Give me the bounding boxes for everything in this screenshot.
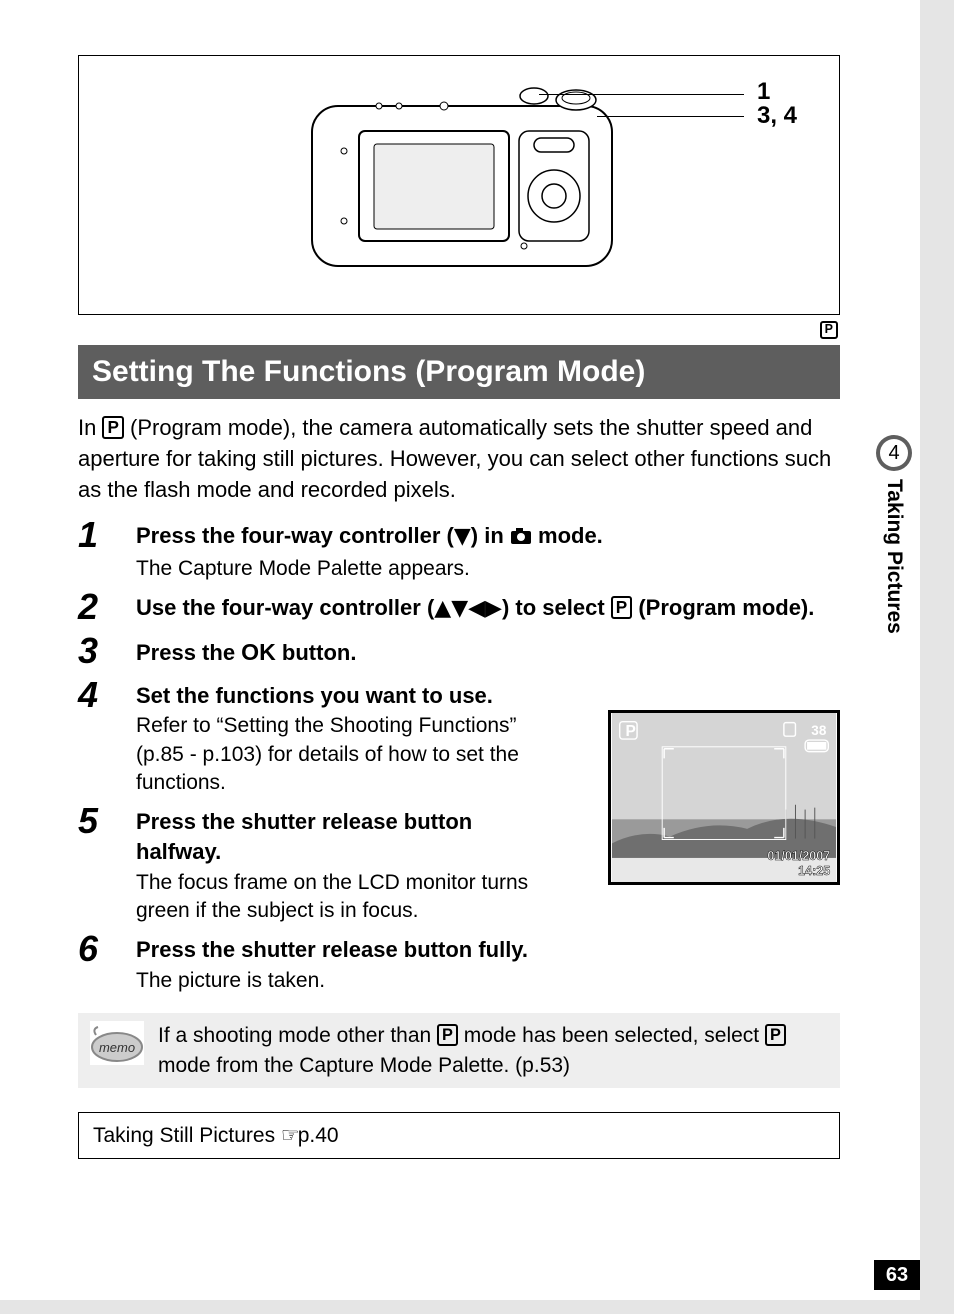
page-number: 63 <box>874 1260 920 1290</box>
ok-button-label: OK <box>241 639 276 665</box>
step-4-title: Set the functions you want to use. <box>136 681 556 711</box>
step-6: 6 Press the shutter release button fully… <box>78 929 840 995</box>
four-way-arrows-icon: ▲▼◀▶ <box>434 596 502 621</box>
chapter-label: Taking Pictures <box>882 479 906 634</box>
callout-line-1 <box>539 94 744 95</box>
step-1: 1 Press the four-way controller (▼) in m… <box>78 515 840 583</box>
memo-text: If a shooting mode other than P mode has… <box>158 1021 828 1080</box>
program-mode-badge-memo1: P <box>437 1024 458 1046</box>
reference-text: Taking Still Pictures <box>93 1124 281 1147</box>
memo-box: memo If a shooting mode other than P mod… <box>78 1013 840 1088</box>
step-4-body: Set the functions you want to use. Refer… <box>136 675 556 798</box>
svg-text:P: P <box>625 723 635 740</box>
step-3-number: 3 <box>78 631 136 671</box>
pointer-icon: ☞ <box>281 1124 298 1147</box>
page: 1 3, 4 P Setting The Functions (Program … <box>0 0 920 1300</box>
step-1-title: Press the four-way controller (▼) in mod… <box>136 521 840 553</box>
program-mode-badge-memo2: P <box>765 1024 786 1046</box>
program-mode-badge-inline: P <box>102 416 123 439</box>
down-arrow-icon: ▼ <box>454 524 471 549</box>
step-1-number: 1 <box>78 515 136 555</box>
step-5-number: 5 <box>78 801 136 841</box>
step-2-title: Use the four-way controller (▲▼◀▶) to se… <box>136 593 840 624</box>
step-6-desc: The picture is taken. <box>136 967 840 995</box>
step-3-body: Press the OK button. <box>136 631 840 668</box>
svg-text:38: 38 <box>811 723 827 738</box>
memo-icon: memo <box>90 1021 144 1065</box>
intro-text-b: (Program mode), the camera automatically… <box>78 415 831 502</box>
step-2: 2 Use the four-way controller (▲▼◀▶) to … <box>78 587 840 627</box>
step-6-number: 6 <box>78 929 136 969</box>
step-5-body: Press the shutter release button halfway… <box>136 801 556 925</box>
step-6-title: Press the shutter release button fully. <box>136 935 840 965</box>
step-2-number: 2 <box>78 587 136 627</box>
callout-line-2 <box>597 116 744 117</box>
step-4-number: 4 <box>78 675 136 715</box>
step-3-title: Press the OK button. <box>136 637 840 668</box>
reference-box: Taking Still Pictures ☞p.40 <box>78 1112 840 1159</box>
svg-text:01/01/2007: 01/01/2007 <box>767 849 830 863</box>
callout-2: 3, 4 <box>757 102 797 130</box>
camera-diagram-box: 1 3, 4 <box>78 55 840 315</box>
step-1-body: Press the four-way controller (▼) in mod… <box>136 515 840 583</box>
reference-page: p.40 <box>298 1124 339 1147</box>
step-2-body: Use the four-way controller (▲▼◀▶) to se… <box>136 587 840 624</box>
chapter-number-badge: 4 <box>876 435 912 471</box>
step-3: 3 Press the OK button. <box>78 631 840 671</box>
chapter-tab: 4 Taking Pictures <box>874 435 914 634</box>
svg-text:14:25: 14:25 <box>798 864 830 878</box>
step-5-desc: The focus frame on the LCD monitor turns… <box>136 869 556 926</box>
program-mode-badge-top: P <box>820 321 838 339</box>
step-4-desc: Refer to “Setting the Shooting Functions… <box>136 712 556 797</box>
content-area: 1 3, 4 P Setting The Functions (Program … <box>0 0 920 1159</box>
camera-line-art <box>304 76 624 286</box>
program-mode-badge-step2: P <box>611 596 632 619</box>
intro-text-a: In <box>78 415 102 440</box>
step-5-title: Press the shutter release button halfway… <box>136 807 556 866</box>
step-6-body: Press the shutter release button fully. … <box>136 929 840 995</box>
intro-paragraph: In P (Program mode), the camera automati… <box>78 413 840 505</box>
lcd-preview: P 38 01/01/2007 14:25 <box>608 710 840 885</box>
section-title: Setting The Functions (Program Mode) <box>78 345 840 399</box>
camera-mode-icon <box>510 523 532 553</box>
svg-text:memo: memo <box>99 1040 135 1055</box>
chapter-number: 4 <box>880 439 908 467</box>
step-1-desc: The Capture Mode Palette appears. <box>136 555 840 583</box>
